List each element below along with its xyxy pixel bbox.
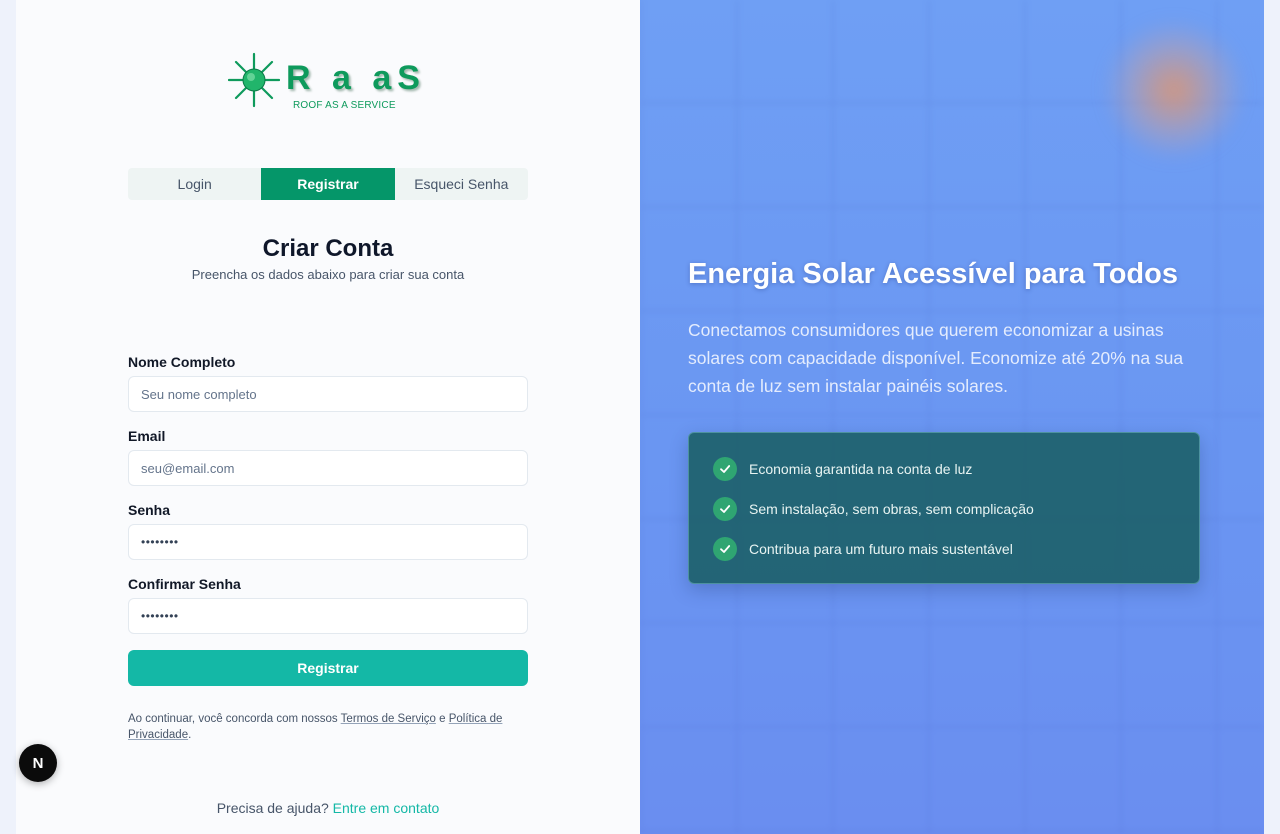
page-subtitle: Preencha os dados abaixo para criar sua … [191, 267, 465, 282]
check-icon [713, 457, 737, 481]
email-field[interactable] [128, 450, 528, 486]
hero-title: Energia Solar Acessível para Todos [688, 258, 1178, 290]
password-label: Senha [128, 502, 171, 518]
help-text: Precisa de ajuda? Entre em contato [128, 800, 528, 816]
auth-tabs: Login Registrar Esqueci Senha [128, 168, 528, 200]
auth-panel [16, 0, 640, 834]
confirm-password-label: Confirmar Senha [128, 576, 241, 592]
sun-glow [1104, 20, 1244, 160]
hero-description: Conectamos consumidores que querem econo… [688, 320, 1184, 396]
feature-item: Economia garantida na conta de luz [713, 457, 972, 481]
check-icon [713, 537, 737, 561]
terms-of-service-link[interactable]: Termos de Serviço [341, 713, 436, 725]
dev-tools-badge[interactable]: N [19, 744, 57, 782]
page-title: Criar Conta [262, 235, 394, 262]
help-prefix: Precisa de ajuda? [216, 800, 333, 816]
terms-middle: e [435, 713, 449, 725]
terms-suffix: . [188, 729, 192, 741]
page-edge [1264, 0, 1280, 834]
password-field[interactable]: •••••••• [128, 524, 528, 560]
tab-register[interactable]: Registrar [261, 168, 395, 200]
sun-icon [228, 52, 280, 108]
name-field[interactable] [128, 376, 528, 412]
tab-login[interactable]: Login [128, 168, 261, 200]
check-icon [713, 497, 737, 521]
register-button[interactable]: Registrar [128, 650, 528, 686]
raas-logo: R a aS ROOF AS A SERVICE [228, 52, 420, 112]
name-label: Nome Completo [128, 354, 236, 370]
features-card: Economia garantida na conta de luz Sem i… [688, 432, 1200, 584]
contact-link[interactable]: Entre em contato [333, 800, 440, 816]
feature-text: Economia garantida na conta de luz [749, 461, 973, 477]
email-label: Email [128, 428, 166, 444]
feature-text: Contribua para um futuro mais sustentáve… [749, 541, 1013, 557]
terms-notice: Ao continuar, você concorda com nossos T… [128, 711, 528, 743]
feature-text: Sem instalação, sem obras, sem complicaç… [749, 501, 1034, 517]
tab-forgot-password[interactable]: Esqueci Senha [395, 168, 528, 200]
logo-wordmark: R a aS [286, 59, 426, 97]
terms-prefix: Ao continuar, você concorda com nossos [128, 713, 341, 725]
confirm-password-field[interactable]: •••••••• [128, 598, 528, 634]
feature-item: Sem instalação, sem obras, sem complicaç… [713, 497, 1034, 521]
feature-item: Contribua para um futuro mais sustentáve… [713, 537, 1013, 561]
hero-panel [640, 0, 1264, 834]
logo-tagline: ROOF AS A SERVICE [293, 100, 396, 111]
